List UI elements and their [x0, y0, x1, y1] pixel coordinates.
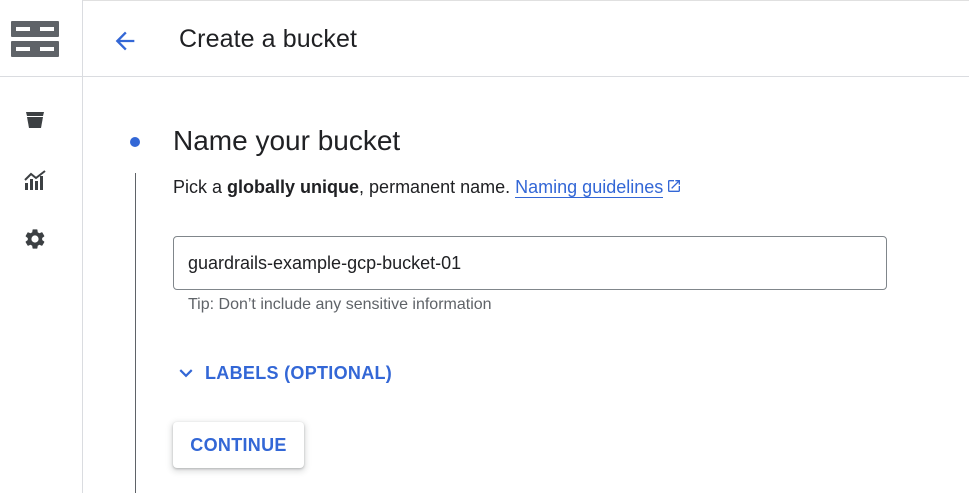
section-title: Name your bucket — [173, 125, 401, 156]
chevron-down-icon — [179, 369, 193, 378]
bucket-icon[interactable] — [20, 104, 50, 134]
rail-divider — [0, 76, 83, 77]
cloud-storage-logo-icon — [10, 20, 60, 58]
arrow-back-icon — [115, 31, 135, 51]
desc-bold: globally unique — [227, 177, 360, 197]
desc-suffix: , permanent name. — [359, 177, 511, 197]
monitoring-chart-icon[interactable] — [20, 165, 50, 195]
step-connector-line — [135, 173, 136, 493]
naming-guidelines-label: Naming guidelines — [515, 177, 664, 197]
labels-toggle-label: LABELS (OPTIONAL) — [205, 362, 393, 383]
back-button[interactable] — [109, 25, 141, 57]
naming-guidelines-link[interactable]: Naming guidelines — [515, 177, 664, 198]
settings-gear-icon[interactable] — [20, 224, 50, 254]
input-tip: Tip: Don’t include any sensitive informa… — [188, 296, 492, 313]
page-header: Create a bucket — [83, 0, 969, 77]
step-indicator-dot — [130, 137, 140, 147]
page-title: Create a bucket — [179, 25, 357, 53]
continue-button[interactable]: CONTINUE — [173, 422, 304, 468]
section-description: Pick a globally unique, permanent name. … — [173, 177, 682, 199]
open-in-new-icon — [666, 178, 682, 199]
left-nav-rail — [0, 0, 83, 493]
labels-optional-toggle[interactable]: LABELS (OPTIONAL) — [173, 360, 392, 386]
bucket-name-input[interactable] — [173, 236, 887, 290]
desc-prefix: Pick a — [173, 177, 228, 197]
